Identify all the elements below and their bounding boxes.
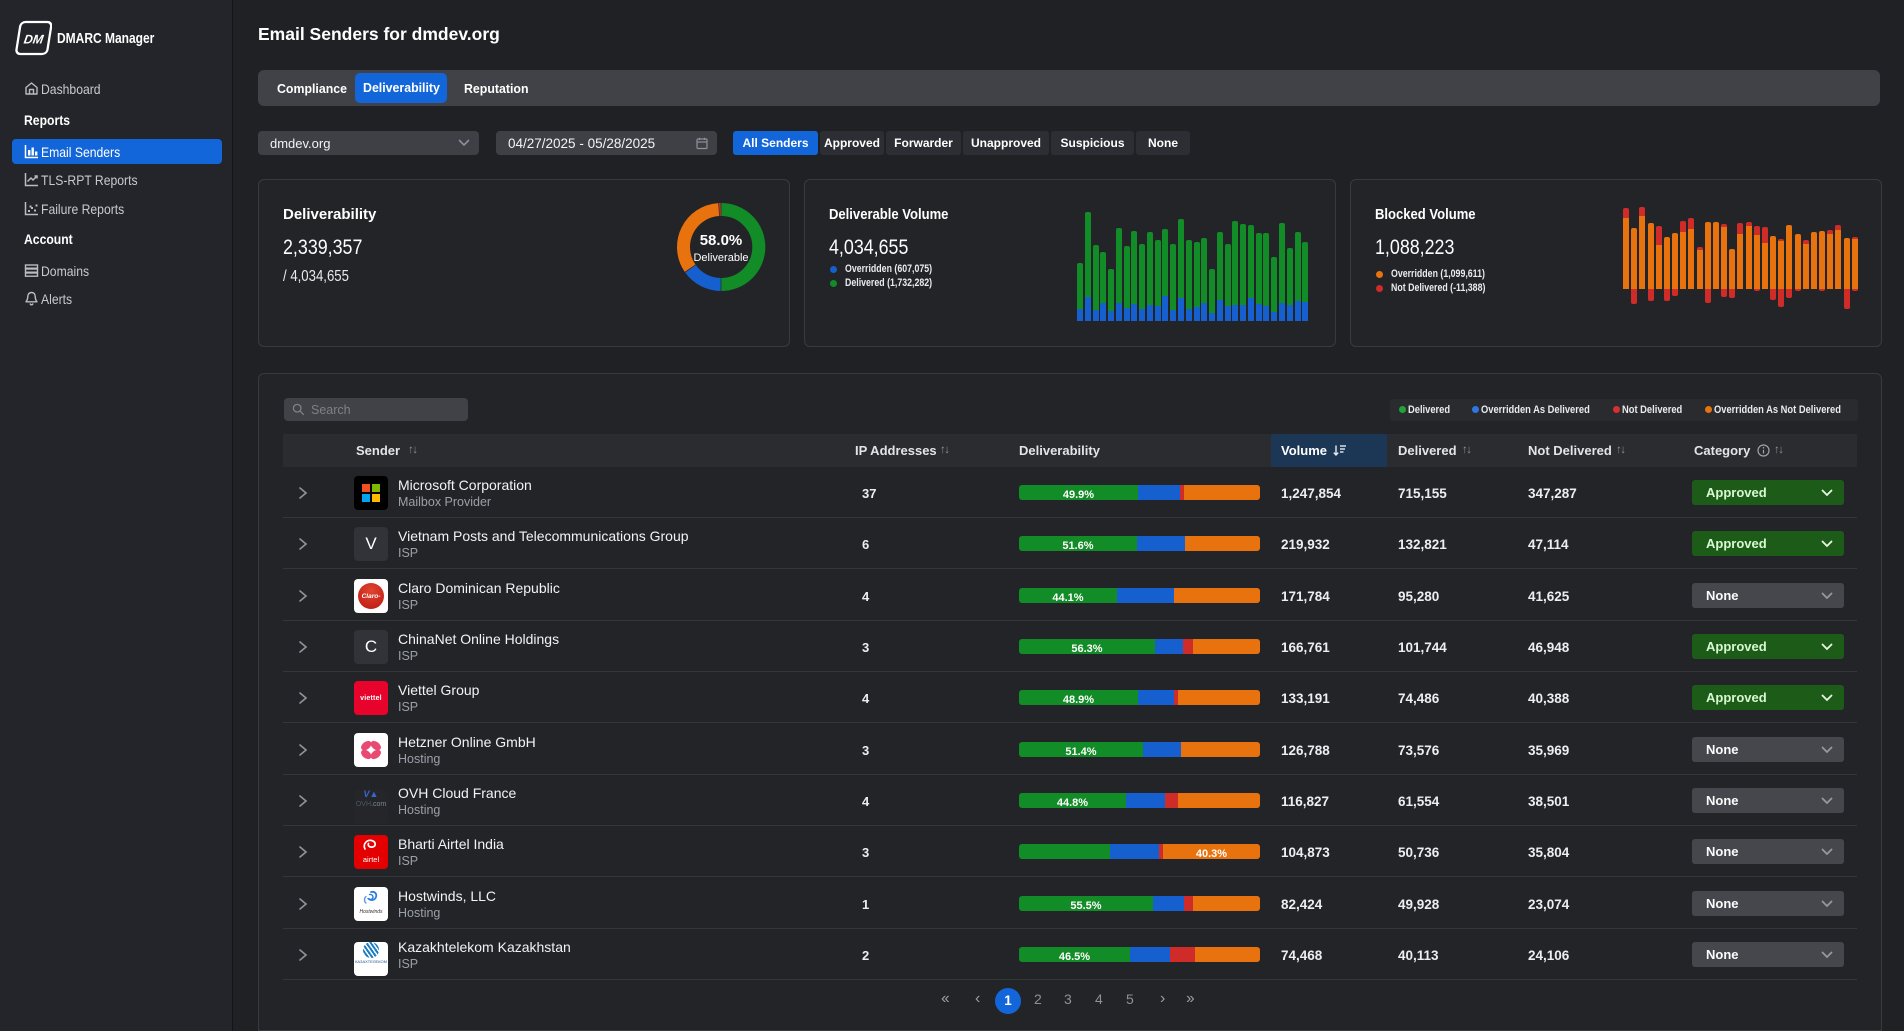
svg-text:Deliverable: Deliverable xyxy=(693,252,748,264)
svg-text:58.0%: 58.0% xyxy=(700,232,743,249)
svg-text:DM: DM xyxy=(23,33,45,47)
